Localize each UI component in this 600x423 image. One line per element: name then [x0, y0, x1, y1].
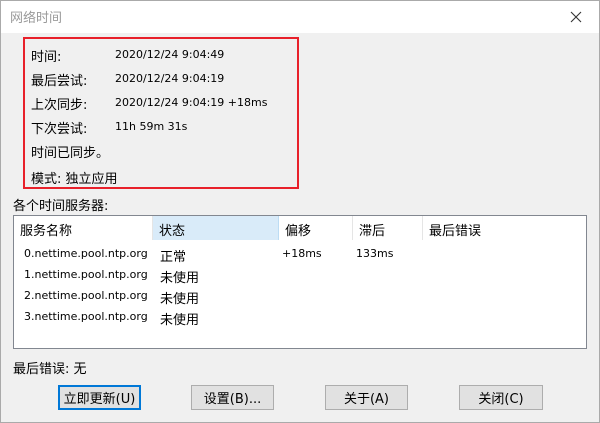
status-value: 11h 59m 31s: [115, 120, 188, 133]
status-value: 2020/12/24 9:04:19 +18ms: [115, 96, 268, 109]
column-header-last-error[interactable]: 最后错误: [423, 216, 586, 240]
status-label: 上次同步:: [31, 98, 88, 113]
table-row[interactable]: 3.nettime.pool.ntp.org 未使用: [14, 306, 586, 328]
list-header: 服务名称 状态 偏移 滞后 最后错误: [14, 216, 586, 240]
close-button[interactable]: 关闭(C): [459, 385, 543, 410]
server-status: 正常: [160, 250, 187, 265]
status-label: 时间:: [31, 50, 62, 65]
column-header-status[interactable]: 状态: [153, 216, 279, 240]
net-time-window: 网络时间 时间: 2020/12/24 9:04:49 最后尝试: 2020/1…: [0, 0, 600, 423]
server-list[interactable]: 服务名称 状态 偏移 滞后 最后错误 0.nettime.pool.ntp.or…: [13, 215, 587, 349]
server-lag: 133ms: [356, 247, 394, 260]
last-error-text: 最后错误: 无: [13, 362, 87, 377]
status-value: 2020/12/24 9:04:49: [115, 48, 225, 61]
column-header-name[interactable]: 服务名称: [14, 216, 153, 240]
about-button[interactable]: 关于(A): [325, 385, 408, 410]
table-row[interactable]: 2.nettime.pool.ntp.org 未使用: [14, 285, 586, 307]
server-status: 未使用: [160, 271, 200, 286]
server-status: 未使用: [160, 292, 200, 307]
settings-button[interactable]: 设置(B)...: [191, 385, 274, 410]
sync-status-panel: 时间: 2020/12/24 9:04:49 最后尝试: 2020/12/24 …: [23, 37, 299, 189]
title-bar: 网络时间: [1, 1, 599, 33]
column-header-offset[interactable]: 偏移: [279, 216, 353, 240]
window-title: 网络时间: [10, 11, 63, 26]
status-label: 下次尝试:: [31, 122, 88, 137]
server-name: 3.nettime.pool.ntp.org: [24, 310, 148, 323]
server-name: 2.nettime.pool.ntp.org: [24, 289, 148, 302]
servers-section-label: 各个时间服务器:: [13, 199, 109, 214]
update-now-button[interactable]: 立即更新(U): [58, 385, 141, 410]
status-label: 最后尝试:: [31, 74, 88, 89]
status-value: 2020/12/24 9:04:19: [115, 72, 225, 85]
server-status: 未使用: [160, 313, 200, 328]
server-name: 0.nettime.pool.ntp.org: [24, 247, 148, 260]
column-header-lag[interactable]: 滞后: [353, 216, 423, 240]
table-row[interactable]: 0.nettime.pool.ntp.org 正常 +18ms 133ms: [14, 243, 586, 265]
close-icon: [570, 11, 582, 22]
window-close-button[interactable]: [553, 1, 599, 32]
table-row[interactable]: 1.nettime.pool.ntp.org 未使用: [14, 264, 586, 286]
server-offset: +18ms: [282, 247, 322, 260]
server-name: 1.nettime.pool.ntp.org: [24, 268, 148, 281]
